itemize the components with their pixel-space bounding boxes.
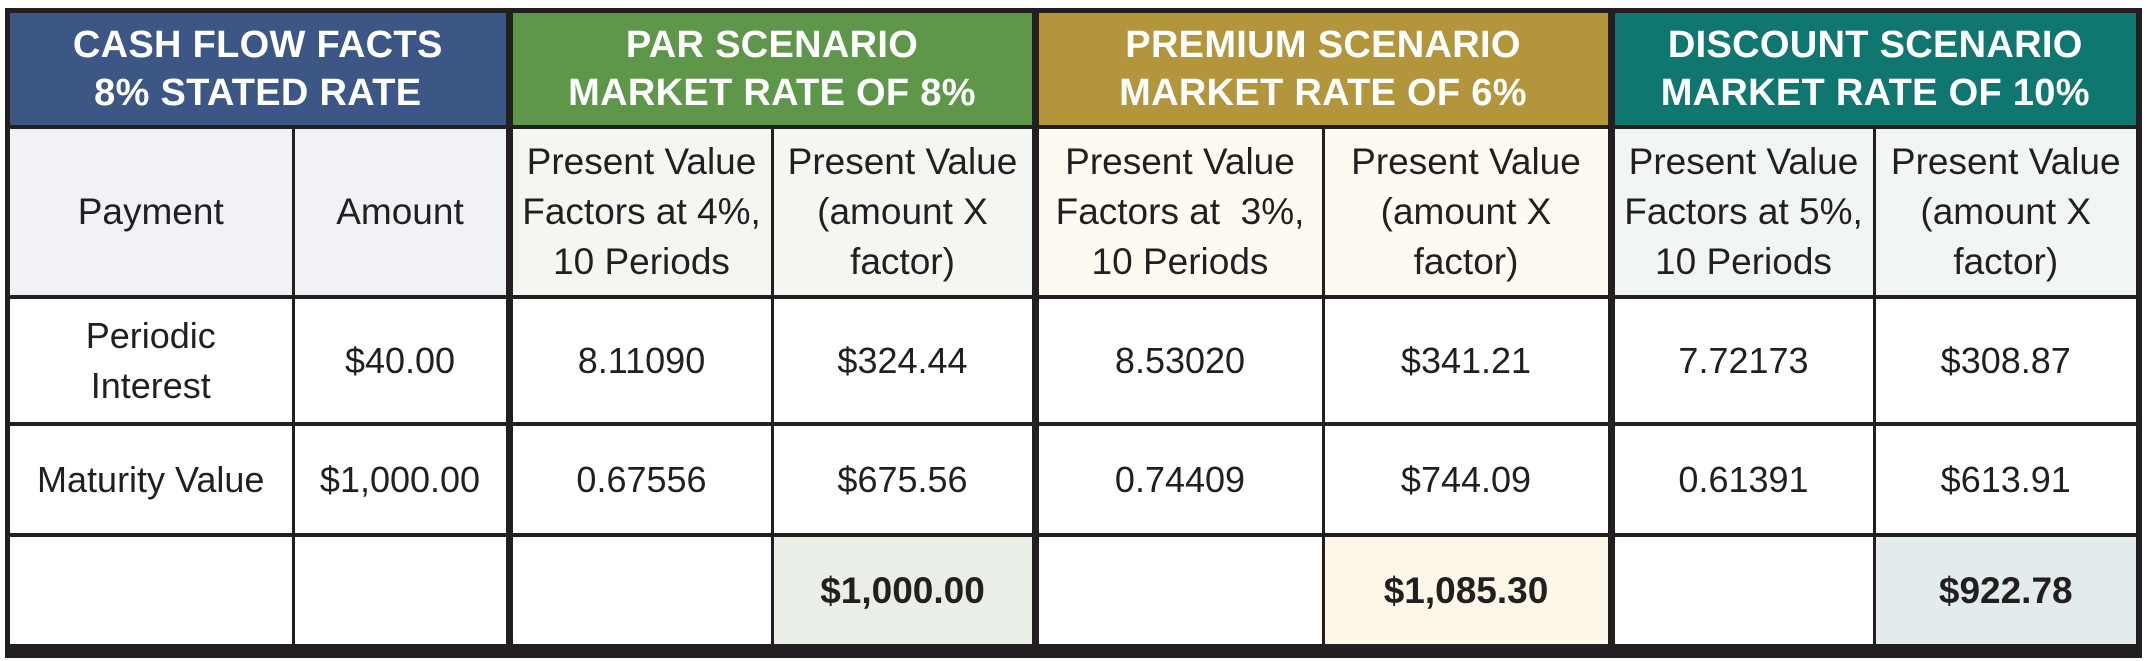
column-header-row: Payment Amount Present Value Factors at … (10, 127, 2136, 299)
premium-header-line1: PREMIUM SCENARIO (1125, 24, 1521, 66)
discount-factor-cell: 7.72173 (1611, 297, 1876, 426)
payment-line: Periodic (85, 314, 216, 356)
header-line: Present Value (1351, 141, 1581, 182)
header-line: (amount X (1380, 191, 1552, 232)
amount-cell: $1,000.00 (293, 424, 513, 537)
group-header-row: CASH FLOW FACTS 8% STATED RATE PAR SCENA… (10, 13, 2136, 129)
header-line: (amount X (1920, 191, 2092, 232)
header-line: Factors at 5%, (1624, 191, 1863, 232)
cash-flow-header-line2: 8% STATED RATE (94, 72, 422, 114)
payment-cell: Periodic Interest (10, 297, 295, 426)
table-row-maturity-value: Maturity Value $1,000.00 0.67556 $675.56… (10, 424, 2136, 537)
par-header-line2: MARKET RATE OF 8% (568, 72, 976, 114)
header-line: 10 Periods (1655, 241, 1832, 282)
header-line: 10 Periods (1091, 241, 1269, 282)
premium-factor-cell: 8.53020 (1035, 297, 1325, 426)
premium-pv-cell: $341.21 (1323, 297, 1615, 426)
premium-scenario-header: PREMIUM SCENARIO MARKET RATE OF 6% (1035, 13, 1615, 129)
header-line: Factors at 3%, (1055, 191, 1305, 232)
cash-flow-facts-header: CASH FLOW FACTS 8% STATED RATE (10, 13, 513, 129)
header-line: Present Value (787, 141, 1018, 182)
empty-cell (509, 535, 774, 644)
par-total-cell: $1,000.00 (772, 535, 1039, 644)
discount-pv-column-header: Present Value (amount X factor) (1874, 127, 2136, 299)
discount-pv-cell: $613.91 (1874, 424, 2136, 537)
amount-cell: $40.00 (293, 297, 513, 426)
par-factor-cell: 0.67556 (509, 424, 774, 537)
payment-column-header: Payment (10, 127, 295, 299)
empty-cell (10, 535, 295, 644)
header-line: Present Value (526, 141, 757, 182)
bond-pricing-table: CASH FLOW FACTS 8% STATED RATE PAR SCENA… (10, 13, 2136, 644)
empty-cell (293, 535, 513, 644)
cash-flow-header-line1: CASH FLOW FACTS (72, 24, 443, 66)
header-line: Present Value (1628, 141, 1859, 182)
empty-cell (1611, 535, 1876, 644)
discount-total-cell: $922.78 (1874, 535, 2136, 644)
header-line: factor) (850, 241, 955, 282)
empty-cell (1035, 535, 1325, 644)
premium-total-cell: $1,085.30 (1323, 535, 1615, 644)
amount-column-header: Amount (293, 127, 513, 299)
par-header-line1: PAR SCENARIO (625, 24, 919, 66)
discount-header-line2: MARKET RATE OF 10% (1660, 72, 2090, 114)
payment-line: Interest (90, 364, 211, 406)
header-line: factor) (1953, 241, 2059, 282)
table-row-periodic-interest: Periodic Interest $40.00 8.11090 $324.44… (10, 297, 2136, 426)
par-pv-column-header: Present Value (amount X factor) (772, 127, 1039, 299)
premium-pv-cell: $744.09 (1323, 424, 1615, 537)
par-factor-column-header: Present Value Factors at 4%, 10 Periods (509, 127, 774, 299)
par-scenario-header: PAR SCENARIO MARKET RATE OF 8% (509, 13, 1039, 129)
header-line: Present Value (1890, 141, 2121, 182)
premium-header-line2: MARKET RATE OF 6% (1119, 72, 1527, 114)
premium-factor-cell: 0.74409 (1035, 424, 1325, 537)
par-pv-cell: $324.44 (772, 297, 1039, 426)
header-line: 10 Periods (553, 241, 730, 282)
table-row-totals: $1,000.00 $1,085.30 $922.78 (10, 535, 2136, 644)
header-line: factor) (1413, 241, 1519, 282)
discount-factor-column-header: Present Value Factors at 5%, 10 Periods (1611, 127, 1876, 299)
discount-scenario-header: DISCOUNT SCENARIO MARKET RATE OF 10% (1611, 13, 2136, 129)
discount-pv-cell: $308.87 (1874, 297, 2136, 426)
discount-factor-cell: 0.61391 (1611, 424, 1876, 537)
amount-header-label: Amount (336, 191, 464, 232)
par-pv-cell: $675.56 (772, 424, 1039, 537)
premium-pv-column-header: Present Value (amount X factor) (1323, 127, 1615, 299)
payment-header-label: Payment (77, 191, 224, 232)
header-line: (amount X (817, 191, 988, 232)
premium-factor-column-header: Present Value Factors at 3%, 10 Periods (1035, 127, 1325, 299)
discount-header-line1: DISCOUNT SCENARIO (1667, 24, 2083, 66)
par-factor-cell: 8.11090 (509, 297, 774, 426)
payment-cell: Maturity Value (10, 424, 295, 537)
header-line: Factors at 4%, (522, 191, 761, 232)
header-line: Present Value (1065, 141, 1295, 182)
